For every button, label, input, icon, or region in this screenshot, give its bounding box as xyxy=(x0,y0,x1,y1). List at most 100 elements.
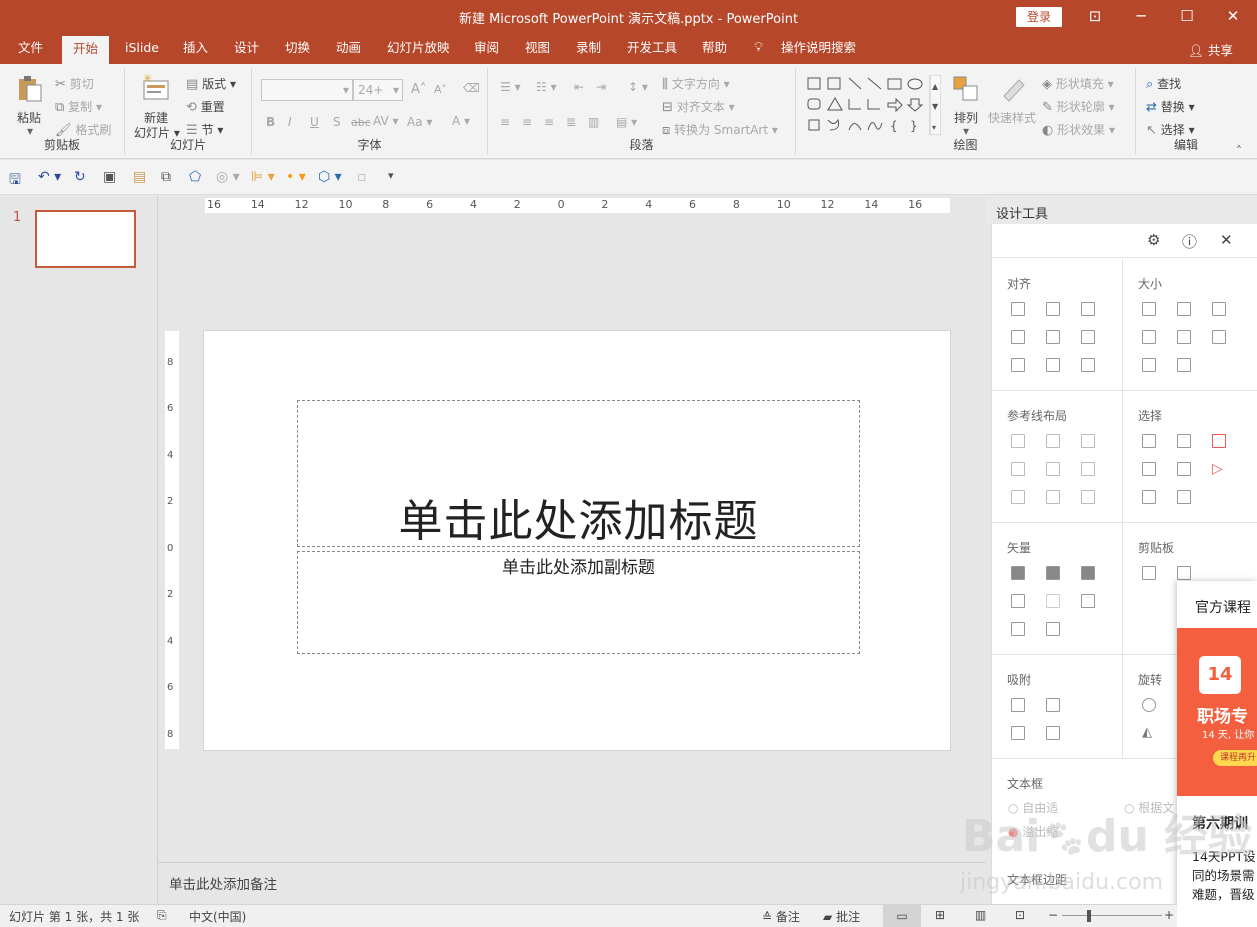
decrease-indent-icon[interactable]: ⇤ xyxy=(574,80,584,94)
panel-close-icon[interactable]: ✕ xyxy=(1220,231,1233,249)
guide-fill-icon[interactable] xyxy=(1081,490,1095,504)
bullets-icon[interactable]: ☰ ▾ xyxy=(500,80,521,94)
shrink-font-icon[interactable]: A˅ xyxy=(434,83,447,96)
union-icon[interactable] xyxy=(1011,566,1025,580)
distribute-v-tool-icon[interactable] xyxy=(1046,358,1060,372)
tab-file[interactable]: 文件 xyxy=(18,34,43,64)
slide-canvas[interactable]: 单击此处添加标题 单击此处添加副标题 xyxy=(203,330,951,751)
tab-record[interactable]: 录制 xyxy=(576,34,601,64)
ad-banner[interactable]: 14 职场专 14 天, 让你 课程再升 xyxy=(1177,628,1257,796)
ribbon-display-options-icon[interactable]: ⊡ xyxy=(1072,0,1118,34)
tell-me-search[interactable]: 操作说明搜索 xyxy=(781,34,856,64)
redo-icon[interactable]: ↻ xyxy=(74,169,86,185)
select-layer-icon[interactable] xyxy=(1177,490,1191,504)
zoom-slider[interactable] xyxy=(1062,915,1162,916)
select-align-icon[interactable] xyxy=(1177,462,1191,476)
subtitle-placeholder[interactable]: 单击此处添加副标题 xyxy=(297,551,860,654)
notes-pane[interactable]: 单击此处添加备注 xyxy=(158,862,986,904)
strikethrough-icon[interactable]: abc xyxy=(351,116,371,129)
undo-icon[interactable]: ↶ ▾ xyxy=(38,169,61,185)
start-slideshow-icon[interactable]: ▣ xyxy=(103,169,116,185)
tab-insert[interactable]: 插入 xyxy=(183,34,208,64)
same-size-icon[interactable] xyxy=(1212,302,1226,316)
grow-font-icon[interactable]: A˄ xyxy=(411,82,426,97)
increase-indent-icon[interactable]: ⇥ xyxy=(596,80,606,94)
reset-button[interactable]: ⟲ 重置 xyxy=(186,98,225,115)
paste-style-icon[interactable] xyxy=(1177,566,1191,580)
snap-top-icon[interactable] xyxy=(1011,726,1025,740)
color-dot-icon[interactable]: • ▾ xyxy=(286,169,306,185)
snap-bottom-icon[interactable] xyxy=(1046,726,1060,740)
duplicate-shape-icon[interactable] xyxy=(1046,622,1060,636)
group-icon[interactable]: ▫ xyxy=(357,169,367,185)
same-height-icon[interactable] xyxy=(1177,302,1191,316)
minimize-icon[interactable]: ─ xyxy=(1118,0,1164,34)
quick-styles-button[interactable]: 快速样式 xyxy=(988,109,1036,126)
help-icon[interactable]: ⓘ xyxy=(1182,231,1197,252)
shape-fill-button[interactable]: ◈ 形状填充 ▾ xyxy=(1042,75,1114,92)
align-objects-icon[interactable]: ⊫ ▾ xyxy=(251,169,275,185)
find-button[interactable]: ⌕ 查找 xyxy=(1146,75,1181,92)
ad-banner-button[interactable]: 课程再升 xyxy=(1213,750,1257,766)
align-right-tool-icon[interactable] xyxy=(1081,302,1095,316)
align-right-icon[interactable]: ≡ xyxy=(544,115,554,129)
layout-button[interactable]: ▤ 版式 ▾ xyxy=(186,75,236,92)
same-width-icon[interactable] xyxy=(1142,302,1156,316)
zoom-in-icon[interactable]: + xyxy=(1164,908,1174,922)
slide-thumbnail[interactable] xyxy=(35,210,136,268)
tab-home[interactable]: 开始 xyxy=(62,36,110,64)
align-vcenter-tool-icon[interactable] xyxy=(1046,330,1060,344)
tab-help[interactable]: 帮助 xyxy=(702,34,727,64)
notes-toggle[interactable]: ≙ 备注 xyxy=(762,908,800,925)
guide-middle-icon[interactable] xyxy=(1046,462,1060,476)
tab-view[interactable]: 视图 xyxy=(525,34,550,64)
save-icon[interactable]: 🖫︎ xyxy=(9,169,21,193)
settings-icon[interactable]: ⚙ xyxy=(1147,231,1160,249)
tab-transitions[interactable]: 切换 xyxy=(285,34,310,64)
align-center-icon[interactable]: ≡ xyxy=(522,115,532,129)
outline-icon[interactable]: ▤ xyxy=(133,169,146,185)
share-button[interactable]: 👤︎ 共享 xyxy=(1188,40,1233,59)
columns-icon[interactable]: ▤ ▾ xyxy=(616,115,637,129)
align-left-icon[interactable]: ≡ xyxy=(500,115,510,129)
align-text-button[interactable]: ⊟ 对齐文本 ▾ xyxy=(662,98,735,115)
extend-bottom-icon[interactable] xyxy=(1177,358,1191,372)
tab-slideshow[interactable]: 幻灯片放映 xyxy=(387,34,450,64)
comments-toggle[interactable]: ▰ 批注 xyxy=(823,908,860,925)
font-name-combo[interactable]: ▾ xyxy=(261,79,353,101)
tab-animations[interactable]: 动画 xyxy=(336,34,361,64)
font-color-icon[interactable]: A ▾ xyxy=(452,114,470,128)
distributed-icon[interactable]: ▥ xyxy=(588,115,599,129)
shape-outline-button[interactable]: ✎ 形状轮廓 ▾ xyxy=(1042,98,1115,115)
guide-bottom-icon[interactable] xyxy=(1081,462,1095,476)
clear-format-icon[interactable]: ⌫ xyxy=(463,81,480,95)
snap-right-icon[interactable] xyxy=(1046,698,1060,712)
align-top-tool-icon[interactable] xyxy=(1011,330,1025,344)
flip-icon[interactable]: ◭ xyxy=(1142,726,1156,740)
extend-top-icon[interactable] xyxy=(1142,358,1156,372)
underline-icon[interactable]: U xyxy=(310,115,319,129)
align-left-tool-icon[interactable] xyxy=(1011,302,1025,316)
slide-sorter-icon[interactable]: ⊞ xyxy=(935,908,945,922)
extend-left-icon[interactable] xyxy=(1142,330,1156,344)
extend-both-icon[interactable] xyxy=(1212,330,1226,344)
justify-icon[interactable]: ≣ xyxy=(566,115,576,129)
convert-shape-icon[interactable]: ⬡ ▾ xyxy=(318,169,342,185)
login-button[interactable]: 登录 xyxy=(1016,7,1062,27)
bold-icon[interactable]: B xyxy=(266,115,275,129)
change-case-button[interactable]: Aa ▾ xyxy=(407,115,432,129)
collapse-ribbon-icon[interactable]: ˄ xyxy=(1236,144,1242,158)
language-indicator[interactable]: 中文(中国) xyxy=(189,908,246,925)
shapes-gallery[interactable]: {} ▲ ▼ ▾ xyxy=(806,75,941,135)
merge-shapes-icon[interactable]: ◎ ▾ xyxy=(216,169,240,185)
intersect-icon[interactable] xyxy=(1011,594,1025,608)
close-icon[interactable]: ✕ xyxy=(1210,0,1256,34)
select-cursor-icon[interactable]: ▷ xyxy=(1212,462,1226,476)
subtract-icon[interactable] xyxy=(1046,594,1060,608)
select-checked-icon[interactable] xyxy=(1212,434,1226,448)
fragment-icon[interactable] xyxy=(1081,566,1095,580)
normal-view-icon[interactable]: ▭ xyxy=(883,905,921,927)
snap-left-icon[interactable] xyxy=(1011,698,1025,712)
guide-top-icon[interactable] xyxy=(1011,462,1025,476)
slideshow-view-icon[interactable]: ⊡ xyxy=(1015,908,1025,922)
